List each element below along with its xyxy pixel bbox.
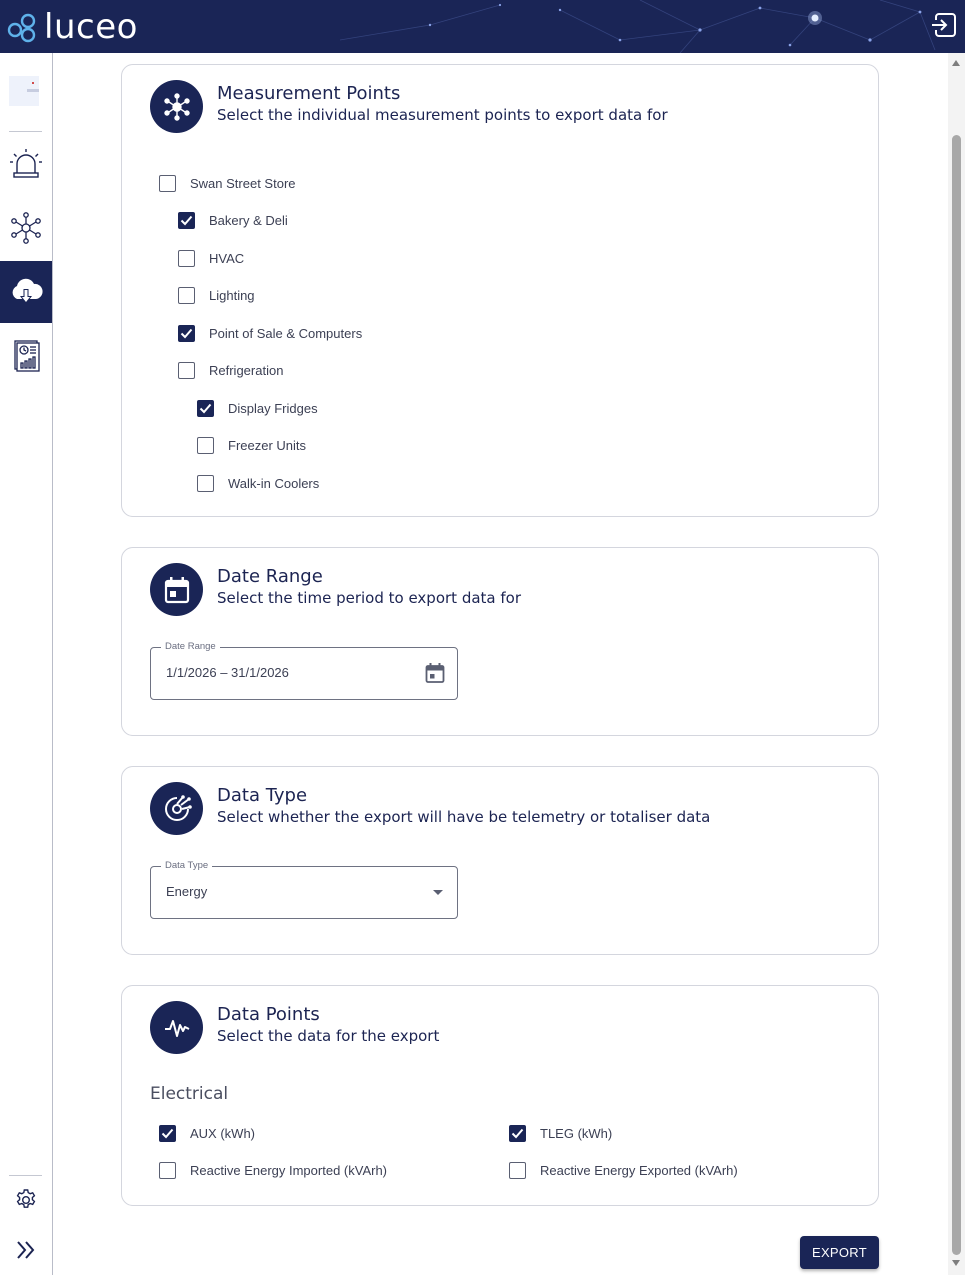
date-range-icon-badge — [150, 563, 203, 616]
sidebar-item-export[interactable] — [0, 261, 52, 323]
data-type-select[interactable]: Data Type Energy — [150, 860, 458, 919]
date-range-value: 1/1/2026 – 31/1/2026 — [166, 665, 289, 680]
measurement-tree-item[interactable]: Walk-in Coolers — [197, 473, 319, 493]
measurement-tree-item[interactable]: Freezer Units — [197, 436, 306, 456]
scroll-down-arrow[interactable] — [952, 1260, 960, 1266]
checkbox-checked[interactable] — [178, 324, 195, 342]
measurement-tree-label: Walk-in Coolers — [228, 475, 320, 491]
measurement-tree-item[interactable]: Display Fridges — [197, 398, 318, 418]
checkbox-unchecked[interactable] — [178, 249, 195, 267]
data-point-label: AUX (kWh) — [190, 1125, 255, 1141]
cloud-download-icon — [12, 278, 43, 304]
data-point-label: TLEG (kWh) — [540, 1125, 613, 1141]
data-type-subtitle: Select whether the export will have be t… — [217, 808, 711, 826]
dropdown-caret-icon — [433, 890, 443, 895]
hub-icon — [163, 92, 190, 121]
checkbox-checked[interactable] — [178, 212, 195, 229]
pulse-icon — [164, 1019, 189, 1037]
scroll-thumb[interactable] — [952, 135, 961, 1255]
data-point-label: Reactive Energy Imported (kVArh) — [190, 1162, 387, 1178]
checkbox-unchecked[interactable] — [159, 1161, 176, 1179]
sidebar-divider — [9, 131, 42, 132]
date-range-title: Date Range — [217, 566, 323, 587]
checkbox-checked[interactable] — [509, 1124, 526, 1142]
checkbox-unchecked[interactable] — [197, 474, 214, 492]
check-icon — [180, 215, 193, 226]
date-range-card: Date Range Select the time period to exp… — [121, 547, 879, 736]
luceo-logo-icon — [7, 13, 36, 43]
measurement-tree-label: HVAC — [209, 250, 245, 266]
double-chevron-right-icon — [17, 1241, 35, 1259]
data-type-field-label: Data Type — [161, 860, 213, 871]
sidebar-item-reports[interactable] — [0, 324, 52, 386]
date-range-subtitle: Select the time period to export data fo… — [217, 589, 521, 607]
data-point-item[interactable]: TLEG (kWh) — [509, 1123, 612, 1143]
data-points-icon-badge — [150, 1001, 203, 1054]
thumbnail-icon[interactable] — [9, 76, 39, 106]
measurement-tree-label: Lighting — [209, 288, 255, 303]
data-points-card: Data Points Select the data for the expo… — [121, 985, 879, 1206]
brand-logo[interactable]: luceo — [6, 8, 138, 46]
data-type-value: Energy — [166, 884, 208, 899]
data-point-label: Reactive Energy Exported (kVArh) — [540, 1162, 738, 1178]
check-icon — [511, 1128, 524, 1138]
brand-name: luceo — [44, 7, 138, 47]
data-type-icon-badge — [150, 782, 203, 835]
scrollbar[interactable] — [948, 53, 965, 1275]
check-icon — [199, 403, 212, 413]
date-range-field[interactable]: Date Range 1/1/2026 – 31/1/2026 — [150, 641, 458, 700]
measurement-points-icon-badge — [150, 80, 203, 133]
measurement-tree-label: Point of Sale & Computers — [209, 325, 363, 341]
measurement-tree-item[interactable]: Lighting — [178, 286, 255, 306]
gear-icon — [16, 1189, 36, 1208]
measurement-tree-label: Display Fridges — [228, 400, 318, 416]
measurement-points-card: Measurement Points Select the individual… — [121, 64, 879, 517]
sidebar-item-network[interactable] — [0, 197, 52, 259]
logout-icon[interactable] — [930, 11, 958, 39]
scroll-up-arrow[interactable] — [952, 60, 960, 66]
measurement-tree-label: Swan Street Store — [190, 175, 296, 191]
data-points-subtitle: Select the data for the export — [217, 1027, 440, 1045]
data-point-item[interactable]: Reactive Energy Exported (kVArh) — [509, 1160, 738, 1180]
data-type-card: Data Type Select whether the export will… — [121, 766, 879, 955]
alarm-icon — [10, 149, 42, 178]
measurement-tree-label: Refrigeration — [209, 363, 284, 378]
checkbox-unchecked[interactable] — [197, 437, 214, 454]
checkbox-unchecked[interactable] — [159, 174, 176, 192]
measurement-tree-item[interactable]: HVAC — [178, 248, 244, 268]
measurement-tree-item[interactable]: Refrigeration — [178, 361, 283, 381]
measurement-points-title: Measurement Points — [217, 83, 401, 104]
checkbox-unchecked[interactable] — [178, 362, 195, 379]
date-range-field-label: Date Range — [161, 641, 220, 652]
data-point-item[interactable]: AUX (kWh) — [159, 1123, 255, 1143]
network-icon — [11, 212, 41, 244]
checkbox-unchecked[interactable] — [178, 287, 195, 304]
measurement-tree-label: Freezer Units — [228, 438, 307, 453]
measurement-points-subtitle: Select the individual measurement points… — [217, 106, 668, 124]
data-point-item[interactable]: Reactive Energy Imported (kVArh) — [159, 1160, 387, 1180]
measurement-tree-item[interactable]: Point of Sale & Computers — [178, 323, 362, 343]
checkbox-checked[interactable] — [197, 399, 214, 417]
data-points-title: Data Points — [217, 1004, 320, 1025]
top-bar: luceo — [0, 0, 965, 53]
sidebar-expand-button[interactable] — [0, 1219, 52, 1281]
report-icon — [14, 340, 40, 372]
check-icon — [161, 1128, 174, 1138]
sidebar — [0, 53, 53, 1275]
data-settings-icon — [164, 794, 192, 821]
measurement-tree-item[interactable]: Bakery & Deli — [178, 211, 288, 231]
measurement-tree-label: Bakery & Deli — [209, 213, 288, 228]
sidebar-item-alarms[interactable] — [0, 133, 52, 195]
checkbox-checked[interactable] — [159, 1124, 176, 1142]
calendar-picker-icon[interactable] — [425, 662, 445, 684]
export-button[interactable]: EXPORT — [800, 1236, 879, 1269]
calendar-icon — [164, 576, 189, 603]
data-type-title: Data Type — [217, 785, 308, 806]
checkbox-unchecked[interactable] — [509, 1161, 526, 1179]
electrical-section-heading: Electrical — [150, 1084, 229, 1104]
network-background — [339, 0, 936, 53]
check-icon — [180, 328, 193, 338]
measurement-tree-item[interactable]: Swan Street Store — [159, 173, 296, 193]
